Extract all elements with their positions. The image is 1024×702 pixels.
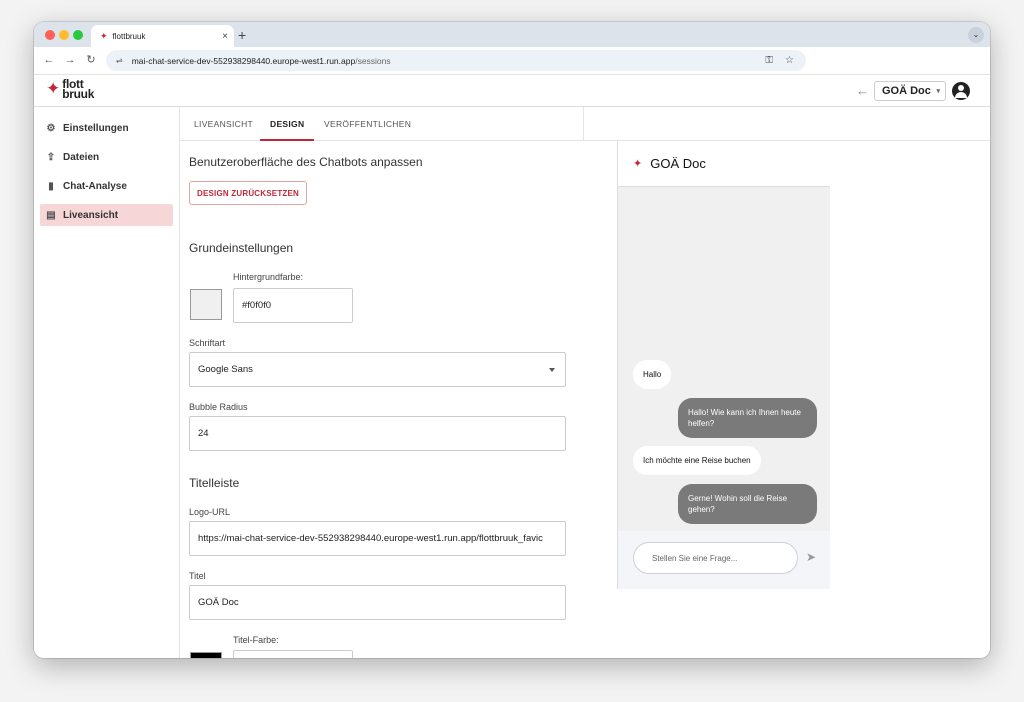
maximize-window-button[interactable] [73,30,83,40]
close-window-button[interactable] [45,30,55,40]
send-icon[interactable]: ➤ [806,550,816,564]
title-color-swatch[interactable] [190,652,222,658]
chat-preview-header: ✦ GOÄ Doc [618,141,830,187]
tab-design[interactable]: DESIGN [260,107,315,141]
upload-icon: ⇪ [46,151,56,163]
title-input[interactable]: GOÄ Doc [189,585,566,620]
chat-preview-title: GOÄ Doc [650,156,706,171]
password-key-icon[interactable]: ⚿ [765,55,773,66]
sidebar-item-dateien[interactable]: ⇪ Dateien [40,146,173,168]
bar-chart-icon: ▮ [48,180,54,192]
reload-button[interactable]: ↻ [84,53,98,67]
sidebar-item-chat-analyse[interactable]: ▮ Chat-Analyse [40,175,173,197]
tab-search-icon[interactable]: ⌄ [968,27,984,43]
bg-color-label: Hintergrundfarbe: [233,272,304,282]
sidebar: ⚙ Einstellungen ⇪ Dateien ▮ Chat-Analyse… [34,107,180,658]
page-title: Benutzeroberfläche des Chatbots anpassen [189,155,423,169]
chat-bubble-bot: Hallo! Wie kann ich Ihnen heute helfen? [678,398,817,438]
sidebar-item-label: Dateien [63,151,100,163]
logo-line-2: bruuk [62,87,95,101]
sidebar-item-label: Einstellungen [63,122,129,134]
title-color-input[interactable]: #000000 [233,650,353,658]
sidebar-item-einstellungen[interactable]: ⚙ Einstellungen [40,117,173,139]
gear-icon: ⚙ [46,122,56,134]
logo-text: flott bruuk [62,78,95,101]
document-select[interactable]: GOÄ Doc ▾ [874,81,946,101]
tab-title: flottbruuk [112,31,146,41]
document-select-value: GOÄ Doc [882,85,931,97]
sparkle-logo-icon: ✦ [46,79,61,98]
chat-bubble-user: Hallo [633,360,672,389]
chat-icon: ▤ [46,209,56,221]
logo-url-input[interactable]: https://mai-chat-service-dev-55293829844… [189,521,566,556]
url-path: /sessions [355,55,391,66]
font-label: Schriftart [189,338,226,348]
sparkle-icon: ✦ [633,158,643,170]
sidebar-item-label: Liveansicht [63,209,119,221]
forward-button[interactable]: → [63,53,77,67]
section-basic-heading: Grundeinstellungen [189,241,294,255]
brand-logo[interactable]: ✦ flott bruuk [46,78,95,101]
section-titlebar-heading: Titelleiste [189,476,240,490]
app-header: ✦ flott bruuk ← GOÄ Doc ▾ [34,75,990,107]
tab-bar: ✦ flottbruuk × + ⌄ [34,22,990,47]
address-bar: ← → ↻ ⇌ mai-chat-service-dev-55293829844… [34,47,990,75]
tab-veroeffentlichen[interactable]: VERÖFFENTLICHEN [324,107,411,141]
title-color-label: Titel-Farbe: [233,635,279,645]
back-button[interactable]: ← [42,53,56,67]
url-input[interactable]: ⇌ mai-chat-service-dev-552938298440.euro… [106,50,806,71]
font-select[interactable]: Google Sans [189,352,566,387]
minimize-window-button[interactable] [59,30,69,40]
url-text: mai-chat-service-dev-552938298440.europe… [132,56,766,66]
logo-url-label: Logo-URL [189,507,231,517]
favicon-icon: ✦ [100,30,108,41]
chevron-down-icon: ▾ [936,88,940,95]
divider [583,107,584,141]
tab-liveansicht[interactable]: LIVEANSICHT [194,107,253,141]
bg-color-swatch[interactable] [190,289,222,320]
chat-bubble-bot: Gerne! Wohin soll die Reise gehen? [678,484,817,524]
reset-design-button[interactable]: DESIGN ZURÜCKSETZEN [189,181,307,205]
chat-bubble-user: Ich möchte eine Reise buchen [633,446,761,475]
url-host: mai-chat-service-dev-552938298440.europe… [131,55,356,66]
title-label: Titel [189,571,206,581]
chat-question-input[interactable]: Stellen Sie eine Frage... [633,542,798,574]
sidebar-item-liveansicht[interactable]: ▤ Liveansicht [40,204,173,226]
caret-down-icon [549,368,555,372]
browser-window: ✦ flottbruuk × + ⌄ ← → ↻ ⇌ mai-chat-serv… [34,22,990,658]
browser-tab[interactable]: ✦ flottbruuk × [91,25,234,47]
bg-color-input[interactable]: #f0f0f0 [233,288,353,323]
content-tabs: LIVEANSICHT DESIGN VERÖFFENTLICHEN [180,107,990,141]
tab-close-icon[interactable]: × [216,31,234,42]
account-icon[interactable] [952,82,970,100]
new-tab-button[interactable]: + [238,26,246,44]
font-select-value: Google Sans [198,364,253,375]
bubble-radius-label: Bubble Radius [189,402,248,412]
chat-preview: ✦ GOÄ Doc Hallo Hallo! Wie kann ich Ihne… [617,141,830,589]
sidebar-item-label: Chat-Analyse [63,180,127,192]
bookmark-star-icon[interactable]: ☆ [785,55,794,66]
bubble-radius-input[interactable]: 24 [189,416,566,451]
site-info-icon[interactable]: ⇌ [116,56,123,65]
chat-input-area: Stellen Sie eine Frage... ➤ [618,531,830,589]
design-form: Benutzeroberfläche des Chatbots anpassen… [189,141,579,658]
back-arrow-icon[interactable]: ← [856,83,869,98]
